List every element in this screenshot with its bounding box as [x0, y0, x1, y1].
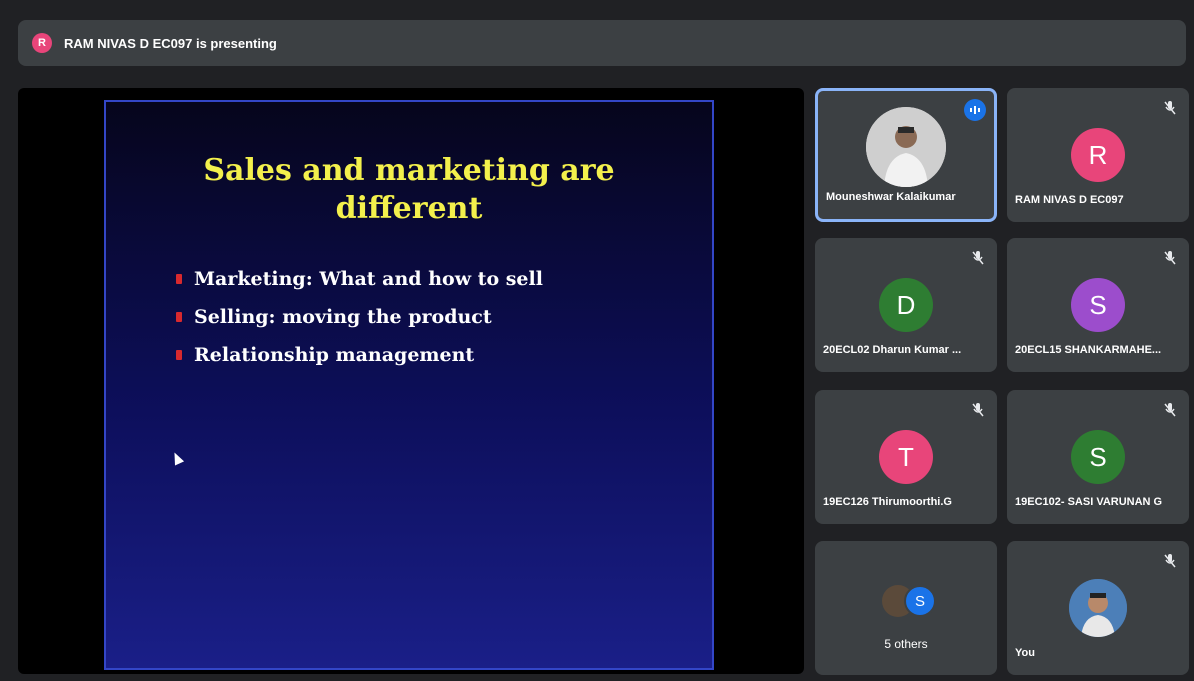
- participant-tile-you[interactable]: You: [1007, 541, 1189, 675]
- mic-off-icon: [1164, 251, 1176, 265]
- participant-name: 20ECL02 Dharun Kumar ...: [823, 344, 962, 356]
- participant-avatar: D: [879, 278, 933, 332]
- participant-avatar: S: [1071, 278, 1125, 332]
- slide-bullet: Selling: moving the product: [176, 298, 543, 336]
- slide-bullet: Relationship management: [176, 336, 543, 374]
- participant-tile-dharun[interactable]: D 20ECL02 Dharun Kumar ...: [815, 238, 997, 372]
- slide-bullet: Marketing: What and how to sell: [176, 260, 543, 298]
- participant-tile-mouneshwar[interactable]: Mouneshwar Kalaikumar: [815, 88, 997, 222]
- presenting-label: RAM NIVAS D EC097 is presenting: [64, 35, 277, 51]
- participant-tile-others[interactable]: S 5 others: [815, 541, 997, 675]
- bullet-icon: [176, 312, 182, 322]
- participant-tile-shankarmahe[interactable]: S 20ECL15 SHANKARMAHE...: [1007, 238, 1189, 372]
- bullet-icon: [176, 350, 182, 360]
- slide-title-line2: different: [335, 191, 483, 226]
- participant-name: 20ECL15 SHANKARMAHE...: [1015, 344, 1162, 356]
- participant-avatar: R: [1071, 128, 1125, 182]
- shared-slide: Sales and marketing are different Market…: [104, 100, 714, 670]
- slide-title-line1: Sales and marketing are: [203, 153, 615, 188]
- mouse-pointer-icon: [169, 450, 185, 466]
- participant-avatar: S: [1071, 430, 1125, 484]
- participant-tile-ram-nivas[interactable]: R RAM NIVAS D EC097: [1007, 88, 1189, 222]
- slide-bullet-list: Marketing: What and how to sell Selling:…: [176, 260, 543, 374]
- others-count-label: 5 others: [884, 637, 928, 651]
- participant-name: RAM NIVAS D EC097: [1015, 194, 1124, 206]
- participant-avatar: S: [904, 585, 936, 617]
- participant-photo: [866, 107, 946, 187]
- mic-off-icon: [972, 403, 984, 417]
- participant-photo: [1069, 579, 1127, 637]
- participant-name: You: [1015, 647, 1035, 659]
- participant-avatar: T: [879, 430, 933, 484]
- participant-name: Mouneshwar Kalaikumar: [826, 191, 956, 203]
- mic-off-icon: [1164, 403, 1176, 417]
- participant-name: 19EC102- SASI VARUNAN G: [1015, 496, 1163, 508]
- participant-tile-thirumoorthi[interactable]: T 19EC126 Thirumoorthi.G: [815, 390, 997, 524]
- bullet-icon: [176, 274, 182, 284]
- participant-tile-sasi-varunan[interactable]: S 19EC102- SASI VARUNAN G: [1007, 390, 1189, 524]
- mic-off-icon: [972, 251, 984, 265]
- presenter-avatar: R: [32, 33, 52, 53]
- presenting-bar: R RAM NIVAS D EC097 is presenting: [18, 20, 1186, 66]
- speaking-indicator-icon: [964, 99, 986, 121]
- mic-off-icon: [1164, 101, 1176, 115]
- others-avatar-stack: S: [882, 585, 942, 621]
- participant-name: 19EC126 Thirumoorthi.G: [823, 496, 952, 508]
- presentation-stage[interactable]: Sales and marketing are different Market…: [18, 88, 804, 674]
- mic-off-icon: [1164, 554, 1176, 568]
- slide-title: Sales and marketing are different: [106, 152, 712, 228]
